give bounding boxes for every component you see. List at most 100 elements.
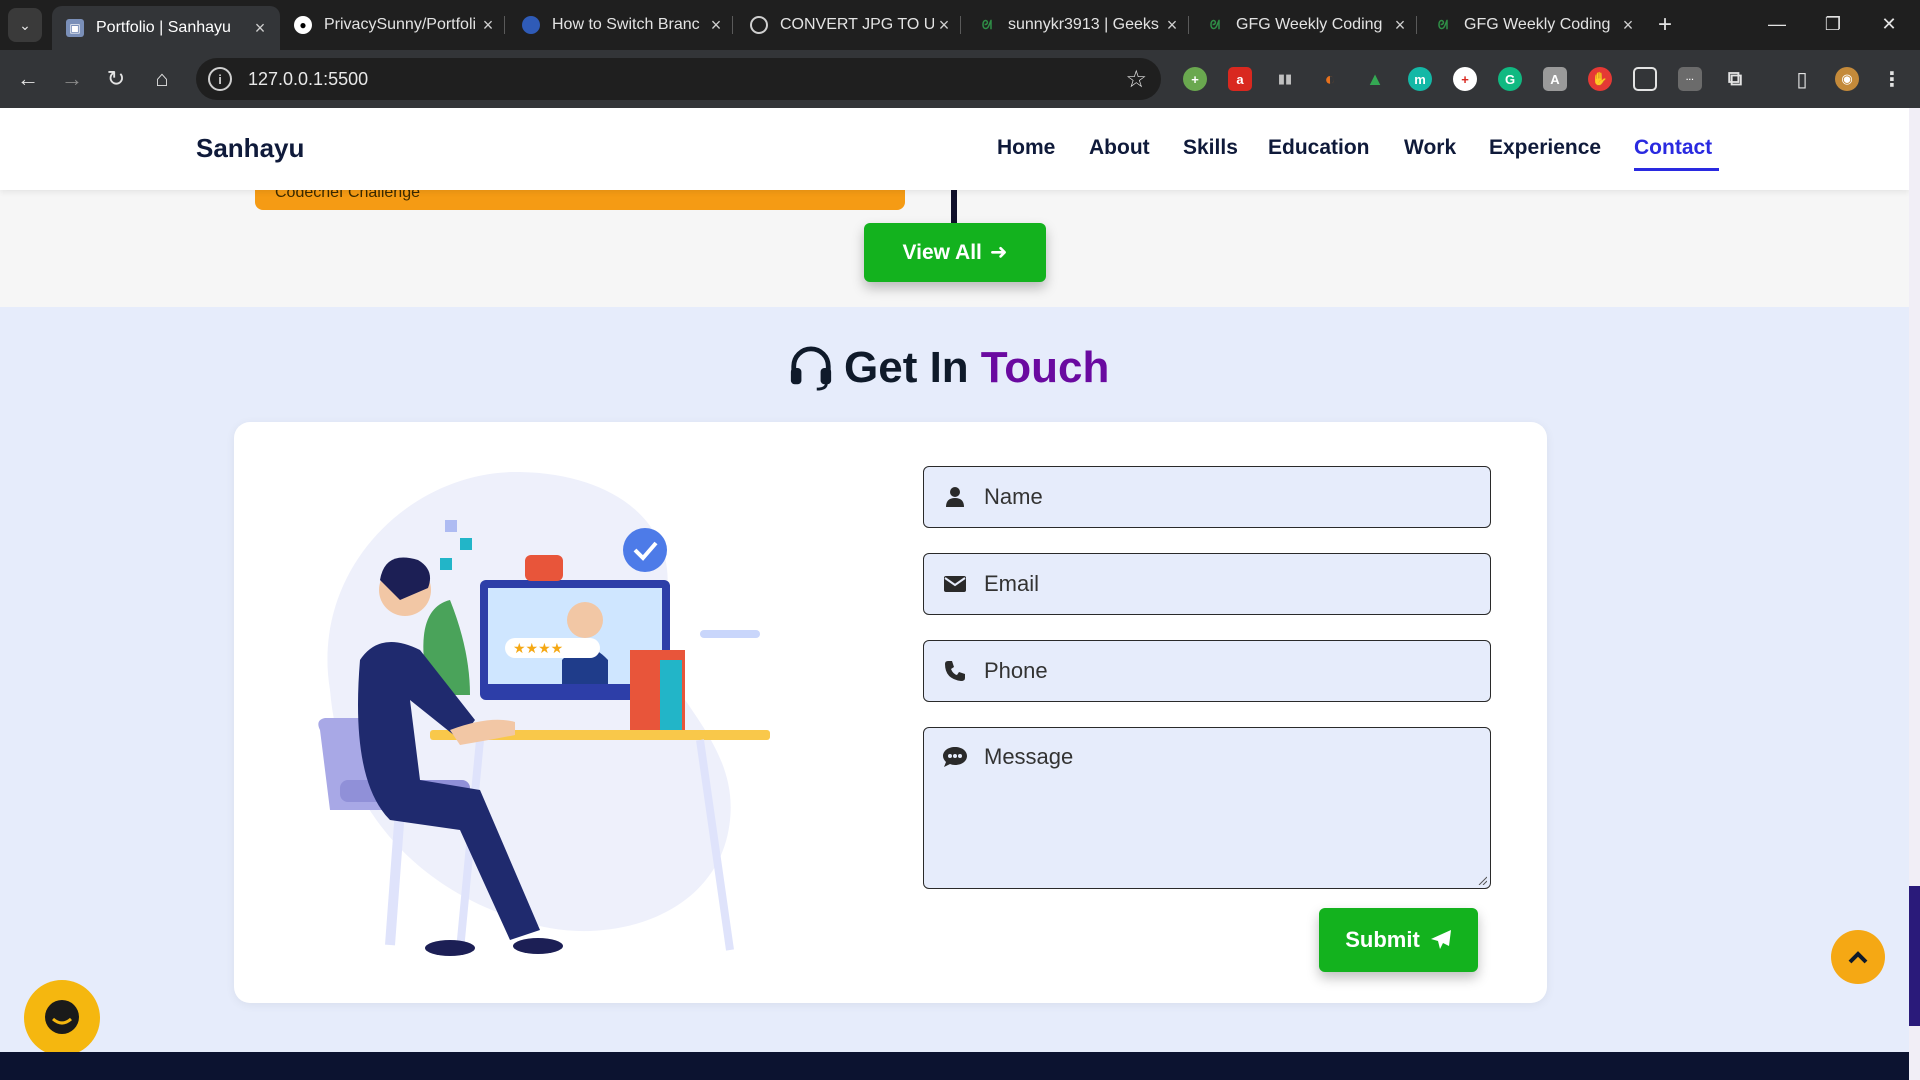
chevron-up-icon [1848, 951, 1868, 964]
tab-title: CONVERT JPG TO UR [780, 16, 934, 33]
forward-button[interactable]: → [56, 63, 88, 95]
google-drive-icon[interactable]: ▲ [1363, 67, 1387, 91]
chat-icon [45, 1000, 79, 1034]
close-tab-icon[interactable]: × [706, 15, 726, 36]
reload-button[interactable]: ↻ [100, 63, 132, 95]
address-bar[interactable]: i 127.0.0.1:5500 ☆ [196, 58, 1161, 100]
tab-separator [504, 16, 505, 34]
scroll-to-top-button[interactable] [1831, 930, 1885, 984]
minimize-button[interactable]: — [1754, 6, 1800, 42]
nav-education[interactable]: Education [1268, 136, 1370, 160]
tab-separator [1188, 16, 1189, 34]
tab-convert-jpg[interactable]: CONVERT JPG TO UR × [736, 6, 964, 44]
extension-pdf-icon[interactable]: a [1228, 67, 1252, 91]
extension-hand-icon[interactable]: ✋ [1588, 67, 1612, 91]
contact-heading: Get In Touch [788, 338, 1109, 398]
extension-badge-icon[interactable]: ··· [1678, 67, 1702, 91]
grammarly-icon[interactable]: G [1498, 67, 1522, 91]
contact-illustration: ★★★★ [318, 471, 770, 956]
view-all-button[interactable]: View All ➜ [864, 223, 1046, 282]
gfg-icon: ᘛ [981, 17, 993, 32]
extension-color-icon[interactable]: ◐ [1318, 67, 1342, 91]
restore-button[interactable]: ❐ [1810, 6, 1856, 42]
message-placeholder: Message [984, 744, 1074, 769]
tab-switch-branch[interactable]: How to Switch Branc × [508, 6, 736, 44]
tab-title: GFG Weekly Coding [1236, 16, 1383, 33]
gfg-icon: ᘛ [1437, 17, 1449, 32]
gfg-icon: ᘛ [1209, 17, 1221, 32]
page-scrollbar[interactable] [1909, 108, 1920, 1080]
extension-a-icon[interactable]: A [1543, 67, 1567, 91]
profile-avatar[interactable]: ◉ [1835, 67, 1859, 91]
extension-window-icon[interactable] [1633, 67, 1657, 91]
close-tab-icon[interactable]: × [250, 18, 270, 39]
back-button[interactable]: ← [12, 63, 44, 95]
envelope-icon [942, 571, 968, 597]
browser-tab-bar: ⌄ ▣ Portfolio | Sanhayu × ● PrivacySunny… [0, 0, 1920, 50]
github-icon: ● [294, 16, 312, 34]
close-tab-icon[interactable]: × [1162, 15, 1182, 36]
site-info-icon[interactable]: i [208, 67, 232, 91]
scrollbar-thumb[interactable] [1909, 886, 1920, 1026]
bookmark-star-icon[interactable]: ☆ [1125, 65, 1147, 94]
nav-about[interactable]: About [1089, 136, 1150, 160]
user-icon [942, 484, 968, 510]
nav-work[interactable]: Work [1404, 136, 1456, 160]
nav-active-underline [1634, 168, 1719, 171]
browser-globe-icon [522, 16, 540, 34]
phone-icon [942, 658, 968, 684]
phone-field[interactable]: Phone [923, 640, 1491, 702]
name-field[interactable]: Name [923, 466, 1491, 528]
close-tab-icon[interactable]: × [1390, 15, 1410, 36]
tab-github[interactable]: ● PrivacySunny/Portfoli × [280, 6, 508, 44]
browser-menu-icon[interactable]: ⋮ [1880, 67, 1904, 91]
tab-title: PrivacySunny/Portfoli [324, 16, 477, 33]
resize-handle-icon[interactable] [1477, 875, 1487, 885]
site-brand[interactable]: Sanhayu [196, 133, 304, 164]
tab-gfg-weekly-2[interactable]: ᘛ GFG Weekly Coding × [1420, 6, 1648, 44]
extension-add-icon[interactable]: + [1453, 67, 1477, 91]
phone-placeholder: Phone [984, 658, 1048, 683]
nav-experience[interactable]: Experience [1489, 136, 1601, 160]
side-panel-icon[interactable]: ▯ [1790, 67, 1814, 91]
close-window-button[interactable]: ✕ [1866, 6, 1912, 42]
close-tab-icon[interactable]: × [1618, 15, 1638, 36]
tab-portfolio[interactable]: ▣ Portfolio | Sanhayu × [52, 6, 280, 50]
message-field[interactable]: Message [923, 727, 1491, 889]
tab-title: How to Switch Branc [552, 16, 700, 33]
portfolio-favicon-icon: ▣ [66, 19, 84, 37]
nav-home[interactable]: Home [997, 136, 1055, 160]
extension-chart-icon[interactable]: ▮▮ [1273, 67, 1297, 91]
extension-plus-icon[interactable]: + [1183, 67, 1207, 91]
tab-geeks-profile[interactable]: ᘛ sunnykr3913 | Geeks × [964, 6, 1192, 44]
name-placeholder: Name [984, 484, 1043, 509]
view-all-label: View All [902, 240, 982, 264]
chat-widget-button[interactable] [24, 980, 100, 1056]
browser-toolbar: ← → ↻ ⌂ i 127.0.0.1:5500 ☆ + a ▮▮ ◐ ▲ m … [0, 50, 1920, 108]
close-tab-icon[interactable]: × [478, 15, 498, 36]
tab-gfg-weekly-1[interactable]: ᘛ GFG Weekly Coding × [1192, 6, 1420, 44]
footer-strip [0, 1052, 1909, 1080]
submit-label: Submit [1345, 927, 1420, 952]
arrow-right-icon: ➜ [989, 241, 1008, 264]
paper-plane-icon [1430, 930, 1451, 949]
close-tab-icon[interactable]: × [934, 15, 954, 36]
tab-separator [1416, 16, 1417, 34]
tab-separator [960, 16, 961, 34]
email-field[interactable]: Email [923, 553, 1491, 615]
tab-title: Portfolio | Sanhayu [96, 19, 231, 36]
site-navbar: Sanhayu Home About Skills Education Work… [0, 108, 1909, 190]
email-placeholder: Email [984, 571, 1040, 596]
extensions-puzzle-icon[interactable]: ⧉ [1723, 67, 1747, 91]
new-tab-button[interactable]: + [1650, 10, 1680, 40]
nav-skills[interactable]: Skills [1183, 136, 1238, 160]
tab-search-button[interactable]: ⌄ [8, 8, 42, 42]
nav-contact[interactable]: Contact [1634, 136, 1712, 160]
headset-icon [790, 346, 832, 391]
home-button[interactable]: ⌂ [146, 63, 178, 95]
address-url[interactable]: 127.0.0.1:5500 [248, 69, 368, 90]
extension-m-icon[interactable]: m [1408, 67, 1432, 91]
submit-button[interactable]: Submit [1319, 908, 1478, 972]
globe-icon [750, 16, 768, 34]
tab-title: GFG Weekly Coding [1464, 16, 1611, 33]
